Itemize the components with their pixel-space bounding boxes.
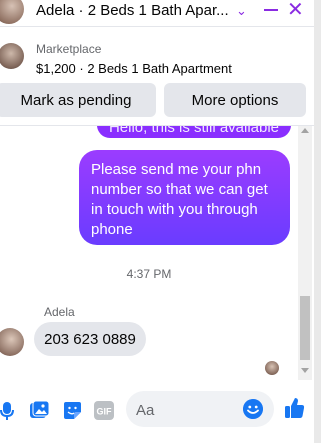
listing-title[interactable]: $1,200 · 2 Beds 1 Bath Apartment [36, 61, 232, 76]
listing-thumbnail[interactable] [0, 43, 24, 69]
marketplace-label: Marketplace [36, 42, 102, 56]
scroll-up-arrow-icon[interactable] [301, 128, 309, 133]
message-list[interactable]: Hello, this is still available Please se… [0, 126, 298, 380]
outgoing-message: Please send me your phn number so that w… [79, 150, 290, 245]
outgoing-message-partial: Hello, this is still available [97, 126, 291, 138]
sender-avatar[interactable] [0, 328, 24, 356]
chat-title[interactable]: Adela · 2 Beds 1 Bath Apar... [36, 2, 229, 19]
mark-as-pending-button[interactable]: Mark as pending [0, 83, 156, 117]
gif-icon[interactable]: GIF [94, 401, 114, 420]
emoji-icon[interactable] [243, 399, 263, 419]
sender-name: Adela [44, 305, 75, 319]
svg-text:GIF: GIF [97, 407, 113, 417]
message-timestamp: 4:37 PM [126, 267, 172, 281]
avatar[interactable] [0, 0, 24, 24]
background-strip [314, 0, 321, 443]
close-icon[interactable]: ✕ [287, 0, 304, 20]
image-icon[interactable] [29, 401, 50, 420]
message-input-placeholder: Aa [136, 402, 155, 419]
incoming-message: 203 623 0889 [34, 322, 146, 356]
chat-header: Adela · 2 Beds 1 Bath Apar... ⌄ ✕ [0, 0, 314, 24]
like-icon[interactable] [284, 397, 305, 419]
seen-avatar-icon [265, 361, 279, 375]
chat-window: Adela · 2 Beds 1 Bath Apar... ⌄ ✕ Market… [0, 0, 314, 443]
chevron-down-icon[interactable]: ⌄ [236, 3, 247, 19]
minimize-icon[interactable] [262, 0, 280, 20]
scrollbar-thumb[interactable] [300, 296, 310, 360]
more-options-button[interactable]: More options [164, 83, 306, 117]
mic-icon[interactable] [0, 401, 14, 421]
sticker-icon[interactable] [63, 401, 82, 420]
header-divider [0, 26, 314, 27]
scroll-down-arrow-icon[interactable] [301, 368, 309, 373]
